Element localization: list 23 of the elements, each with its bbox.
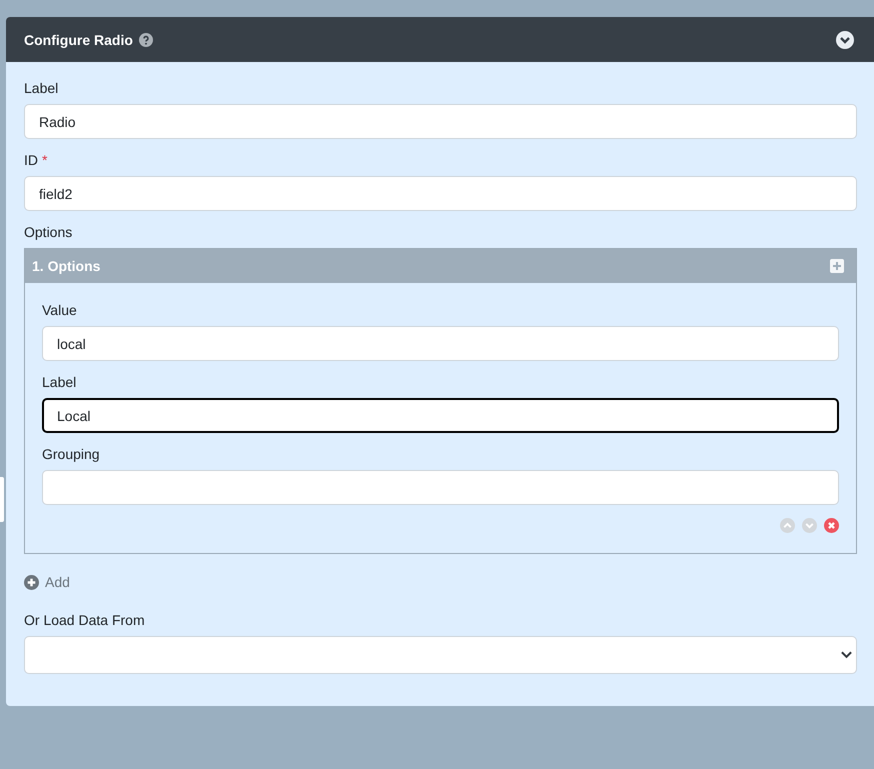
- required-asterisk: *: [42, 152, 48, 168]
- collapse-icon[interactable]: [836, 30, 854, 48]
- chevron-down-icon: [841, 651, 852, 659]
- input-field[interactable]: local: [42, 326, 839, 361]
- field-label: ID: [24, 152, 38, 168]
- help-icon[interactable]: [138, 32, 153, 46]
- input-field[interactable]: field2: [24, 176, 857, 211]
- plus-icon[interactable]: [830, 259, 844, 273]
- field-label: Label: [24, 80, 58, 96]
- panel-title: Configure Radio: [24, 32, 133, 48]
- field-label: Or Load Data From: [24, 612, 145, 628]
- remove-icon[interactable]: [824, 518, 839, 533]
- input-field[interactable]: [42, 470, 839, 505]
- field-label: Value: [42, 302, 77, 318]
- field-label: Grouping: [42, 446, 100, 462]
- plus-circle-icon: [24, 574, 39, 590]
- field-label: Options: [24, 224, 72, 240]
- input-field[interactable]: Radio: [24, 104, 857, 139]
- add-button[interactable]: Add: [24, 572, 70, 592]
- input-field[interactable]: Local: [42, 398, 839, 433]
- field-label: Label: [42, 374, 76, 390]
- group-title: 1. Options: [32, 258, 100, 274]
- select-field[interactable]: [24, 636, 857, 674]
